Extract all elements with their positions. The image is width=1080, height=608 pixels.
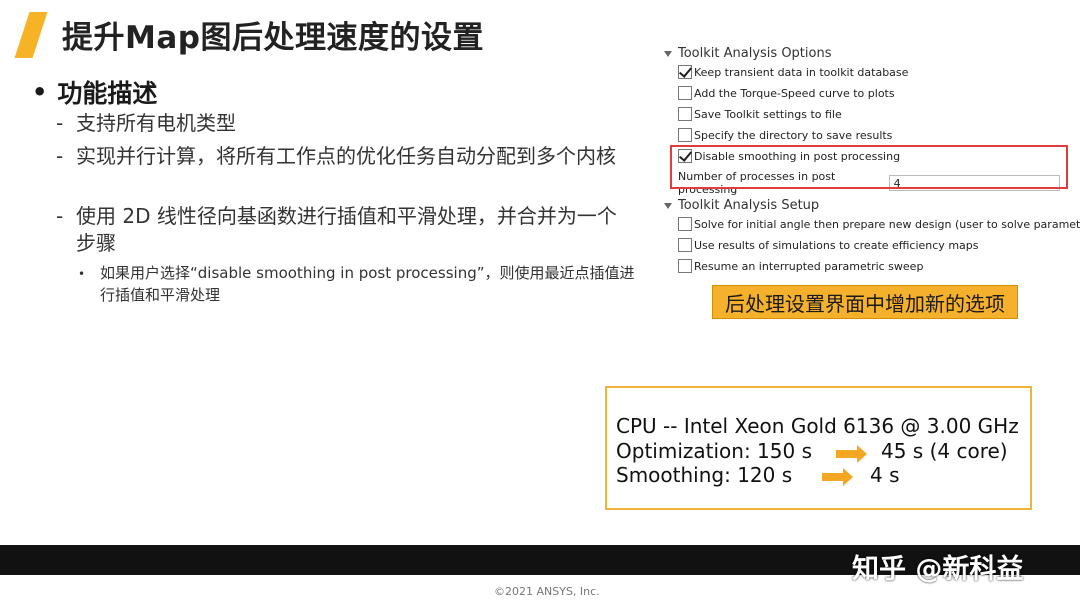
- checkbox[interactable]: [678, 217, 692, 231]
- chevron-down-icon[interactable]: [664, 202, 672, 209]
- checkbox[interactable]: [678, 128, 692, 142]
- option-label: Resume an interrupted parametric sweep: [694, 259, 924, 273]
- copyright: ©2021 ANSYS, Inc.: [494, 585, 600, 598]
- dash: -: [56, 144, 64, 168]
- bullet-function-description: • 功能描述: [32, 74, 157, 110]
- arrow-right-icon: [836, 445, 867, 463]
- checkbox[interactable]: [678, 86, 692, 100]
- section-title: Toolkit Analysis Setup: [678, 198, 820, 213]
- section-analysis-setup[interactable]: Toolkit Analysis Setup: [664, 198, 819, 213]
- sub-item-text: 使用 2D 线性径向基函数进行插值和平滑处理，并合并为一个步骤: [76, 204, 617, 255]
- checkbox-checked[interactable]: [678, 65, 692, 79]
- accent-slash: [14, 12, 48, 58]
- option-label: Save Toolkit settings to file: [694, 107, 842, 121]
- option-label: Keep transient data in toolkit database: [694, 65, 909, 79]
- option-label: Specify the directory to save results: [694, 128, 893, 142]
- smoothing-after: 4 s: [870, 463, 900, 487]
- bullet-dot: •: [32, 78, 48, 106]
- sub-item-1: - 支持所有电机类型: [56, 110, 636, 137]
- checkbox[interactable]: [678, 259, 692, 273]
- bullet-label: 功能描述: [57, 79, 158, 108]
- sub-sub-item: • 如果用户选择“disable smoothing in post proce…: [78, 262, 638, 306]
- watermark: 知乎 @新科益: [852, 554, 1024, 585]
- dash: -: [56, 204, 64, 228]
- sub-sub-item-text: 如果用户选择“disable smoothing in post process…: [100, 264, 635, 304]
- arrow-right-icon: [822, 468, 853, 486]
- performance-box: CPU -- Intel Xeon Gold 6136 @ 3.00 GHz O…: [605, 386, 1032, 510]
- section-title: Toolkit Analysis Options: [678, 46, 832, 61]
- dash: -: [56, 111, 64, 135]
- sub-item-text: 支持所有电机类型: [76, 111, 236, 135]
- option-label: Solve for initial angle then prepare new…: [694, 217, 1080, 231]
- sub-item-2: - 实现并行计算，将所有工作点的优化任务自动分配到多个内核: [56, 143, 636, 170]
- callout-new-option: 后处理设置界面中增加新的选项: [712, 285, 1018, 319]
- cpu-line: CPU -- Intel Xeon Gold 6136 @ 3.00 GHz: [616, 414, 1019, 438]
- option-save-toolkit-settings[interactable]: Save Toolkit settings to file: [678, 104, 842, 124]
- option-keep-transient-data[interactable]: Keep transient data in toolkit database: [678, 62, 908, 82]
- option-specify-directory[interactable]: Specify the directory to save results: [678, 125, 892, 145]
- optimization-after: 45 s (4 core): [881, 439, 1008, 463]
- bullet-dot: •: [78, 267, 86, 281]
- sub-item-text: 实现并行计算，将所有工作点的优化任务自动分配到多个内核: [76, 144, 616, 168]
- option-add-torque-speed[interactable]: Add the Torque-Speed curve to plots: [678, 83, 895, 103]
- option-solve-initial-angle[interactable]: Solve for initial angle then prepare new…: [678, 214, 1080, 234]
- checkbox[interactable]: [678, 107, 692, 121]
- checkbox[interactable]: [678, 238, 692, 252]
- sub-item-3: - 使用 2D 线性径向基函数进行插值和平滑处理，并合并为一个步骤: [56, 203, 636, 257]
- optimization-before: Optimization: 150 s: [616, 439, 812, 463]
- section-analysis-options[interactable]: Toolkit Analysis Options: [664, 46, 831, 61]
- option-label: Add the Torque-Speed curve to plots: [694, 86, 895, 100]
- chevron-down-icon[interactable]: [664, 50, 672, 57]
- option-resume-sweep[interactable]: Resume an interrupted parametric sweep: [678, 256, 923, 276]
- option-use-simulation-results[interactable]: Use results of simulations to create eff…: [678, 235, 979, 255]
- smoothing-before: Smoothing: 120 s: [616, 463, 793, 487]
- highlight-box: [670, 145, 1068, 189]
- option-label: Use results of simulations to create eff…: [694, 238, 979, 252]
- slide-title: 提升Map图后处理速度的设置: [62, 20, 484, 56]
